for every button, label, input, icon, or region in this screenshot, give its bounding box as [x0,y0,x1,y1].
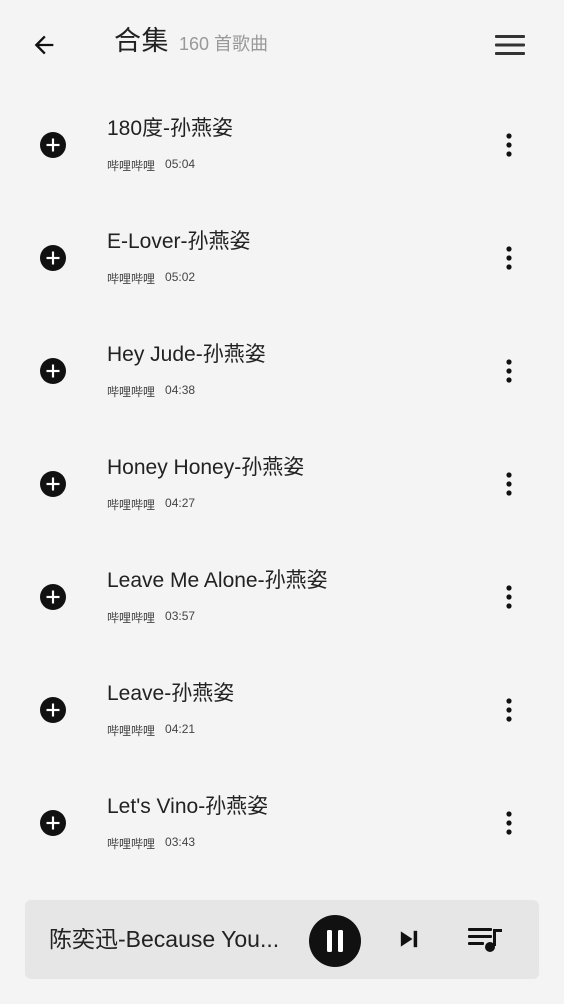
song-meta: 哔哩哔哩 04:21 [107,722,195,739]
song-title: Hey Jude-孙燕姿 [107,343,266,366]
list-item[interactable]: Leave Me Alone-孙燕姿 哔哩哔哩 03:57 [0,540,564,653]
song-duration: 04:21 [165,722,196,736]
pause-icon [327,930,343,952]
list-item[interactable]: Hey Jude-孙燕姿 哔哩哔哩 04:38 [0,314,564,427]
list-item[interactable]: E-Lover-孙燕姿 哔哩哔哩 05:02 [0,201,564,314]
song-title: 180度-孙燕姿 [107,117,234,140]
song-meta: 哔哩哔哩 04:27 [107,496,195,513]
page-title: 合集 160 首歌曲 [114,28,268,55]
add-circle-icon [40,358,66,384]
more-vertical-icon [506,133,512,157]
more-vertical-icon [506,585,512,609]
list-item[interactable]: Honey Honey-孙燕姿 哔哩哔哩 04:27 [0,427,564,540]
list-item[interactable]: Let's Vino-孙燕姿 哔哩哔哩 03:43 [0,766,564,879]
song-title: Honey Honey-孙燕姿 [107,456,305,479]
song-title: E-Lover-孙燕姿 [107,230,251,253]
add-circle-icon [40,697,66,723]
song-title: Leave Me Alone-孙燕姿 [107,569,328,592]
more-options-button[interactable] [496,807,522,839]
song-source: 哔哩哔哩 [107,724,156,738]
menu-icon [495,35,525,55]
song-meta: 哔哩哔哩 03:43 [107,835,195,852]
add-circle-icon [40,132,66,158]
arrow-left-icon [34,35,54,55]
more-options-button[interactable] [496,355,522,387]
playlist-button[interactable] [466,922,506,958]
add-song-button[interactable] [40,132,66,158]
more-options-button[interactable] [496,581,522,613]
add-song-button[interactable] [40,697,66,723]
more-vertical-icon [506,246,512,270]
add-circle-icon [40,471,66,497]
back-button[interactable] [24,25,64,65]
add-circle-icon [40,810,66,836]
song-source: 哔哩哔哩 [107,159,156,173]
list-item[interactable]: Leave-孙燕姿 哔哩哔哩 04:21 [0,653,564,766]
pause-button[interactable] [309,915,361,967]
now-playing-title[interactable]: 陈奕迅-Because You... [49,928,309,951]
add-circle-icon [40,584,66,610]
song-source: 哔哩哔哩 [107,611,156,625]
next-button[interactable] [393,923,425,955]
more-vertical-icon [506,472,512,496]
add-song-button[interactable] [40,584,66,610]
song-duration: 03:43 [165,835,196,849]
song-duration: 05:04 [165,157,196,171]
more-options-button[interactable] [496,694,522,726]
song-count: 160 首歌曲 [179,34,269,54]
song-meta: 哔哩哔哩 05:02 [107,270,195,287]
more-options-button[interactable] [496,129,522,161]
song-source: 哔哩哔哩 [107,385,156,399]
song-meta: 哔哩哔哩 05:04 [107,157,195,174]
song-source: 哔哩哔哩 [107,837,156,851]
song-meta: 哔哩哔哩 03:57 [107,609,195,626]
song-title: Let's Vino-孙燕姿 [107,795,269,818]
mini-player[interactable]: 陈奕迅-Because You... [25,900,539,979]
add-song-button[interactable] [40,245,66,271]
song-duration: 04:38 [165,383,196,397]
song-title: Leave-孙燕姿 [107,682,235,705]
song-source: 哔哩哔哩 [107,272,156,286]
header: 合集 160 首歌曲 [0,0,564,88]
add-song-button[interactable] [40,810,66,836]
add-song-button[interactable] [40,471,66,497]
add-song-button[interactable] [40,358,66,384]
playlist-icon [468,928,502,952]
add-circle-icon [40,245,66,271]
song-duration: 03:57 [165,609,196,623]
song-list: 180度-孙燕姿 哔哩哔哩 05:04 E-Lover-孙燕姿 哔哩哔哩 05:… [0,88,564,879]
page-title-text: 合集 [114,26,169,56]
more-vertical-icon [506,359,512,383]
more-vertical-icon [506,698,512,722]
song-source: 哔哩哔哩 [107,498,156,512]
song-meta: 哔哩哔哩 04:38 [107,383,195,400]
more-options-button[interactable] [496,468,522,500]
list-item[interactable]: 180度-孙燕姿 哔哩哔哩 05:04 [0,88,564,201]
song-duration: 05:02 [165,270,196,284]
more-options-button[interactable] [496,242,522,274]
song-duration: 04:27 [165,496,196,510]
skip-next-icon [400,930,418,948]
more-vertical-icon [506,811,512,835]
menu-button[interactable] [490,25,530,65]
